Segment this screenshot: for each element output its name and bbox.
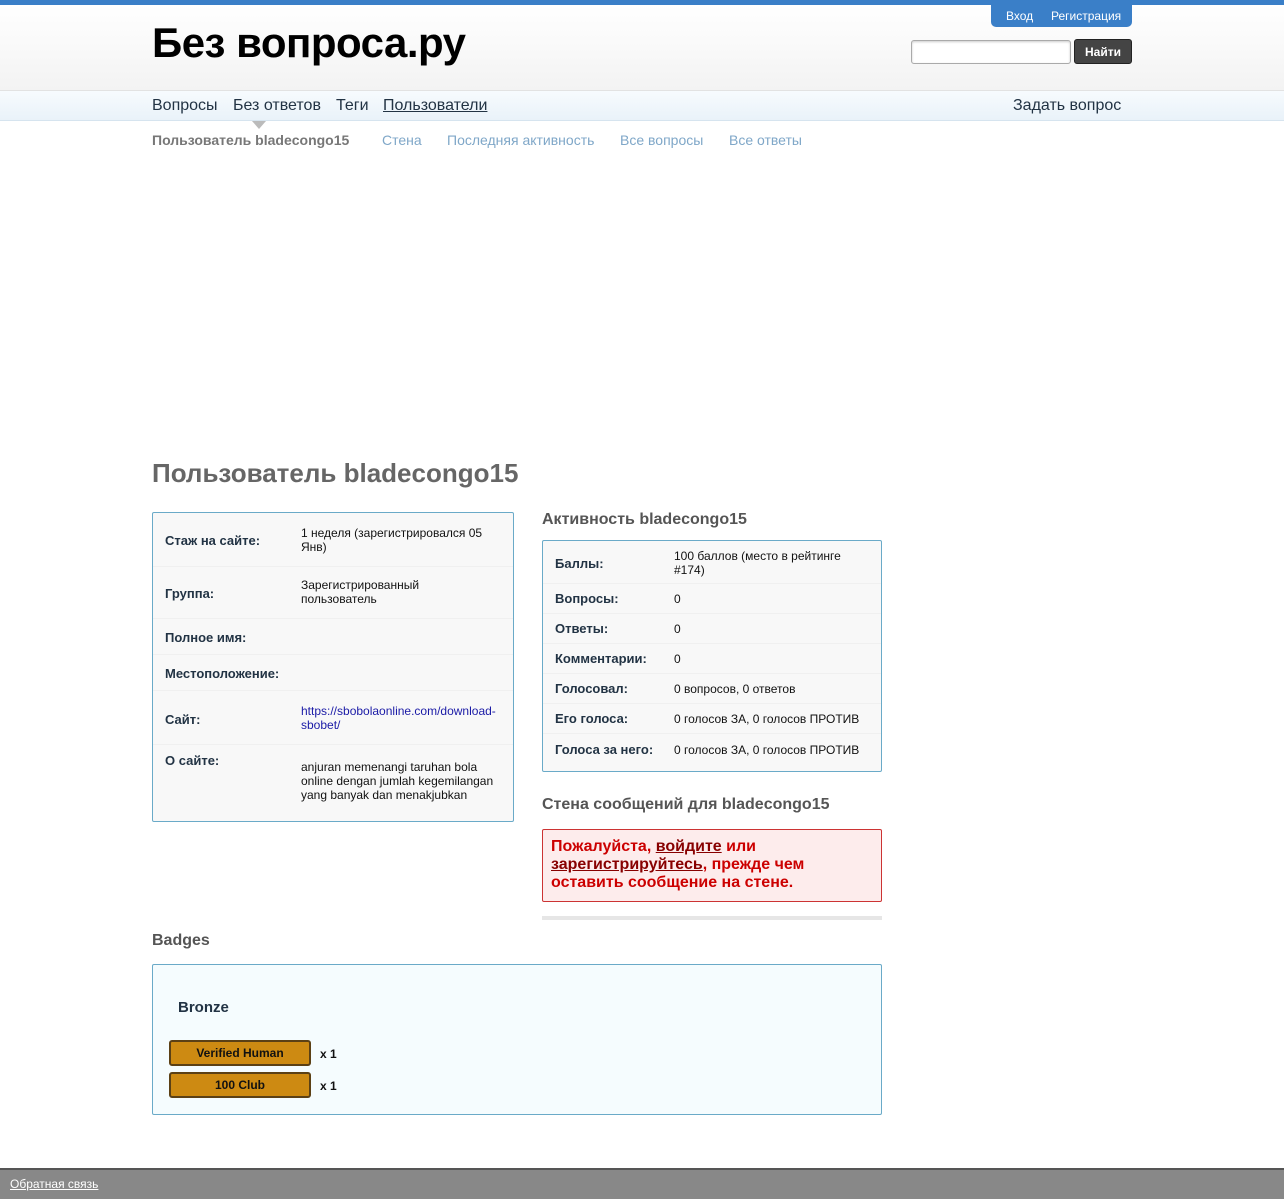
current-section-arrow-icon xyxy=(252,121,266,129)
website-link[interactable]: https://sbobolaonline.com/download-sbobe… xyxy=(301,704,496,732)
subnav-user-profile[interactable]: Пользователь bladecongo15 xyxy=(152,132,349,148)
activity-label: Ответы: xyxy=(555,621,609,636)
activity-label: Его голоса: xyxy=(555,711,629,726)
profile-value: https://sbobolaonline.com/download-sbobe… xyxy=(301,704,505,732)
activity-row: Комментарии: 0 xyxy=(543,643,881,674)
profile-label: Группа: xyxy=(165,586,215,601)
profile-value: Зарегистрированный пользователь xyxy=(301,578,420,606)
ask-question-link[interactable]: Задать вопрос xyxy=(1013,97,1121,115)
profile-panel: Стаж на сайте: 1 неделя (зарегистрировал… xyxy=(152,512,514,822)
activity-row: Баллы: 100 баллов (место в рейтинге #174… xyxy=(543,541,881,584)
activity-label: Баллы: xyxy=(555,556,604,571)
nav-unanswered[interactable]: Без ответов xyxy=(233,97,321,115)
register-link[interactable]: Регистрация xyxy=(1051,9,1121,23)
nav-questions[interactable]: Вопросы xyxy=(152,97,218,115)
profile-row: Сайт: https://sbobolaonline.com/download… xyxy=(153,690,513,745)
site-logo[interactable]: Без вопроса.ру xyxy=(152,19,466,67)
activity-value: 0 xyxy=(674,622,681,636)
activity-value: 0 xyxy=(674,592,681,606)
footer: Обратная связь xyxy=(0,1168,1284,1199)
feedback-link[interactable]: Обратная связь xyxy=(10,1177,98,1191)
badges-panel: Bronze Verified Human x 1 100 Club x 1 xyxy=(152,964,882,1115)
activity-value: 0 xyxy=(674,652,681,666)
activity-label: Комментарии: xyxy=(555,651,647,666)
profile-row: Группа: Зарегистрированный пользователь xyxy=(153,566,513,619)
activity-row: Голоса за него: 0 голосов ЗА, 0 голосов … xyxy=(543,733,881,770)
nav-tags[interactable]: Теги xyxy=(336,97,369,115)
badge-100-club[interactable]: 100 Club xyxy=(169,1072,311,1098)
badge-verified-human[interactable]: Verified Human xyxy=(169,1040,311,1066)
page-title: Пользователь bladecongo15 xyxy=(152,458,519,488)
activity-label: Вопросы: xyxy=(555,591,619,606)
profile-label: О сайте: xyxy=(165,753,220,768)
subnav-wall[interactable]: Стена xyxy=(382,132,422,148)
main-nav: Вопросы Без ответов Теги Пользователи За… xyxy=(0,91,1284,121)
profile-label: Сайт: xyxy=(165,712,201,727)
wall-notice-text: Пожалуйста, войдите или зарегистрируйтес… xyxy=(551,838,873,892)
profile-value: 1 неделя (зарегистрировался 05 Янв) xyxy=(301,526,483,554)
badge-tier-bronze: Bronze xyxy=(178,999,229,1016)
login-link[interactable]: Вход xyxy=(1006,9,1033,23)
activity-label: Голосовал: xyxy=(555,681,629,696)
activity-value: 0 голосов ЗА, 0 голосов ПРОТИВ xyxy=(674,712,860,726)
auth-box: Вход Регистрация xyxy=(991,5,1132,27)
activity-value: 0 вопросов, 0 ответов xyxy=(674,682,796,696)
search-input[interactable] xyxy=(911,40,1071,64)
subnav-all-answers[interactable]: Все ответы xyxy=(729,132,802,148)
profile-row: Полное имя: xyxy=(153,618,513,655)
activity-row: Вопросы: 0 xyxy=(543,583,881,614)
activity-value: 100 баллов (место в рейтинге #174) xyxy=(674,549,841,577)
subnav-recent-activity[interactable]: Последняя активность xyxy=(447,132,594,148)
activity-panel: Баллы: 100 баллов (место в рейтинге #174… xyxy=(542,540,882,772)
notice-middle: или xyxy=(721,838,756,855)
profile-row: Стаж на сайте: 1 неделя (зарегистрировал… xyxy=(153,513,513,567)
badges-title: Badges xyxy=(152,932,210,949)
profile-row: Местоположение: xyxy=(153,654,513,691)
nav-users[interactable]: Пользователи xyxy=(383,97,487,115)
activity-value: 0 голосов ЗА, 0 голосов ПРОТИВ xyxy=(674,743,860,757)
profile-value: anjuran memenangi taruhan bola online de… xyxy=(301,760,494,802)
activity-row: Ответы: 0 xyxy=(543,613,881,644)
wall-title: Стена сообщений для bladecongo15 xyxy=(542,796,830,813)
wall-login-notice: Пожалуйста, войдите или зарегистрируйтес… xyxy=(542,829,882,902)
wall-login-link[interactable]: войдите xyxy=(656,838,722,855)
subnav-all-questions[interactable]: Все вопросы xyxy=(620,132,703,148)
search-button[interactable]: Найти xyxy=(1074,39,1132,64)
profile-label: Местоположение: xyxy=(165,666,280,681)
profile-row: О сайте: anjuran memenangi taruhan bola … xyxy=(153,744,513,820)
wall-divider xyxy=(542,916,882,920)
activity-row: Голосовал: 0 вопросов, 0 ответов xyxy=(543,673,881,704)
profile-label: Полное имя: xyxy=(165,630,247,645)
profile-label: Стаж на сайте: xyxy=(165,533,261,548)
header: Без вопроса.ру Вход Регистрация Найти xyxy=(0,5,1284,91)
wall-register-link[interactable]: зарегистрируйтесь xyxy=(551,856,703,873)
activity-row: Его голоса: 0 голосов ЗА, 0 голосов ПРОТ… xyxy=(543,703,881,734)
notice-prefix: Пожалуйста, xyxy=(551,838,656,855)
activity-title: Активность bladecongo15 xyxy=(542,511,747,528)
badge-count: x 1 xyxy=(320,1079,337,1093)
activity-label: Голоса за него: xyxy=(555,742,654,757)
badge-count: x 1 xyxy=(320,1047,337,1061)
